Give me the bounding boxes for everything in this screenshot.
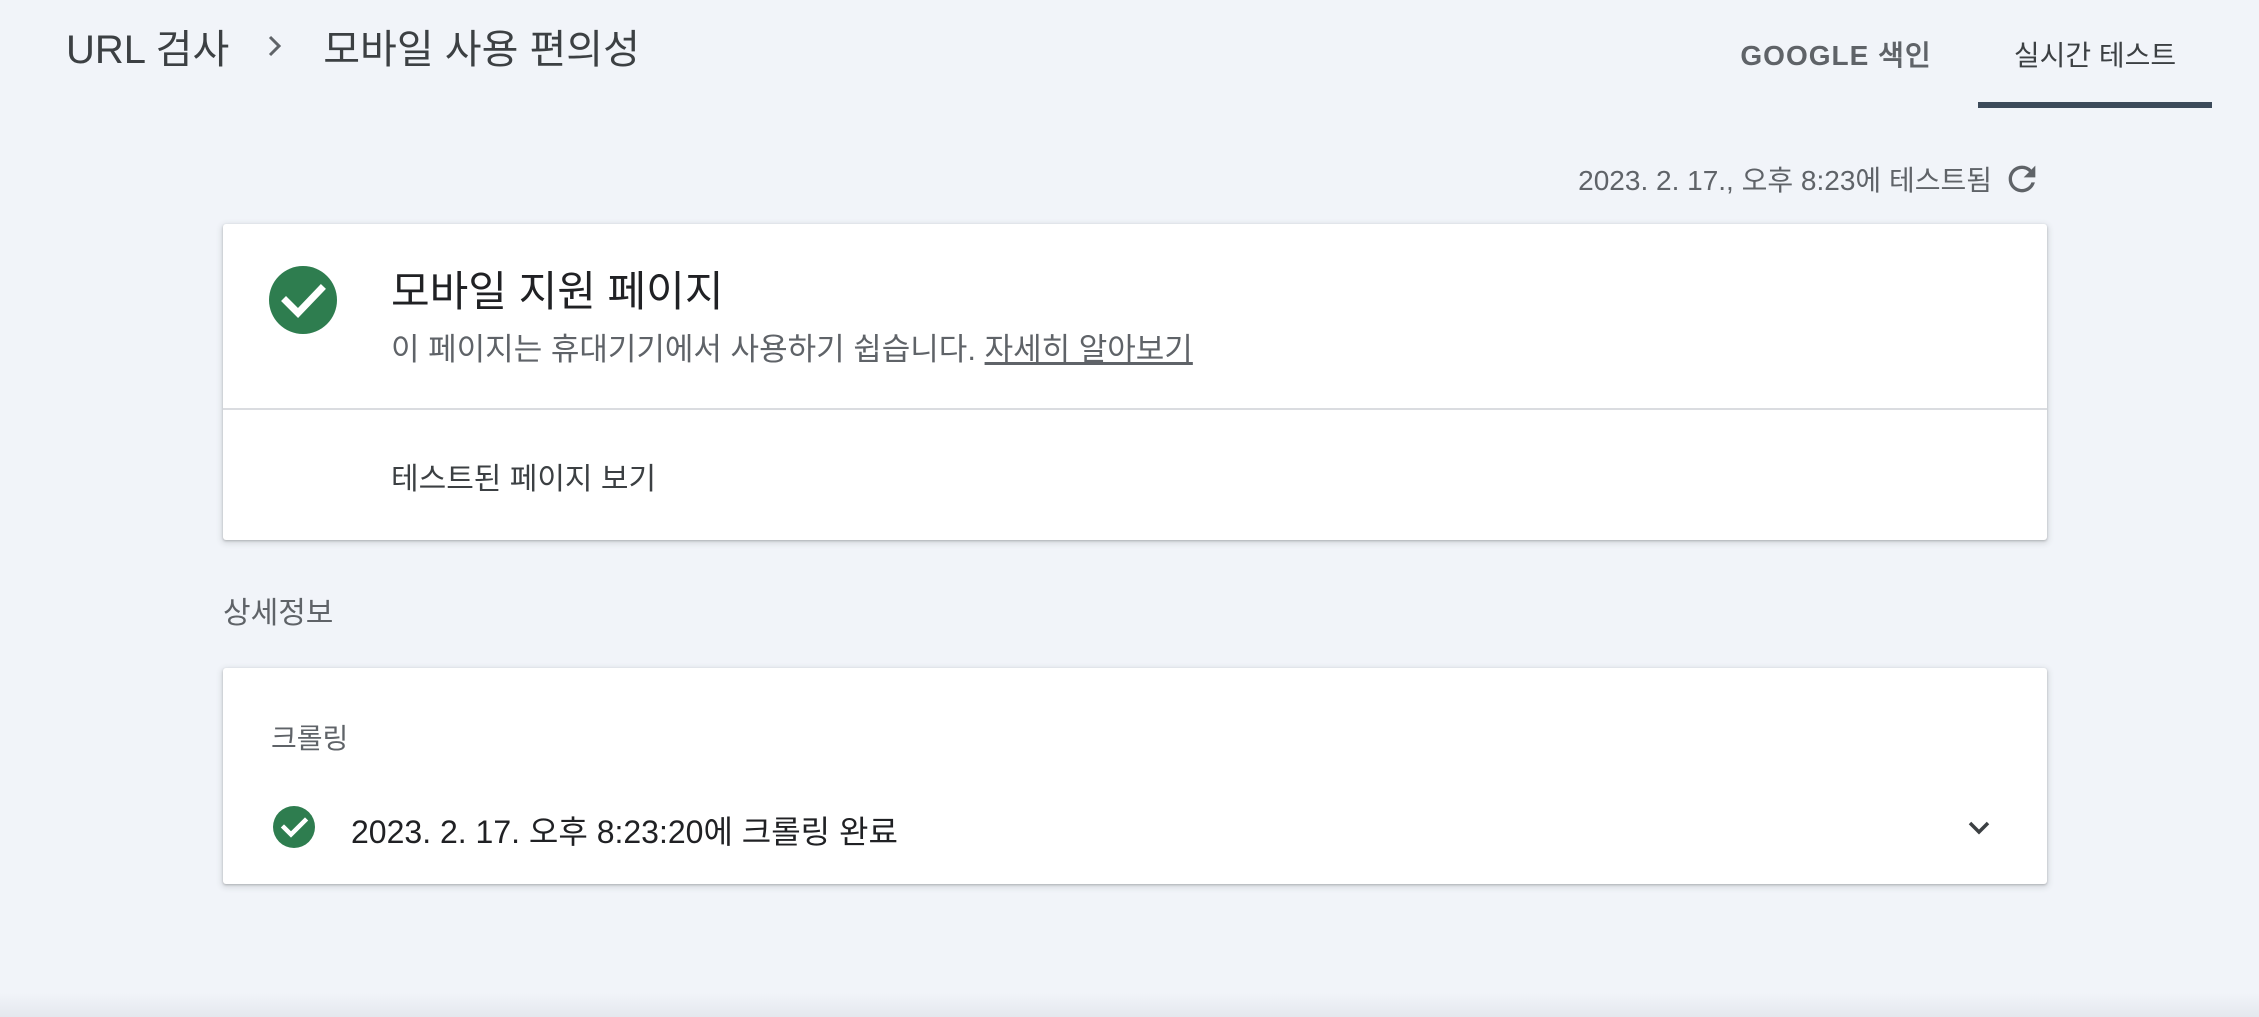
chevron-down-icon[interactable] bbox=[1963, 812, 1995, 844]
result-summary: 모바일 지원 페이지 이 페이지는 휴대기기에서 사용하기 쉽습니다. 자세히 … bbox=[223, 224, 2047, 410]
crawl-card: 크롤링 2023. 2. 17. 오후 8:23:20에 크롤링 완료 bbox=[223, 668, 2047, 884]
active-tab-indicator bbox=[1978, 102, 2212, 108]
refresh-icon[interactable] bbox=[1998, 155, 2046, 203]
result-title: 모바일 지원 페이지 bbox=[391, 268, 724, 315]
bottom-divider bbox=[0, 993, 2259, 1017]
learn-more-link[interactable]: 자세히 알아보기 bbox=[985, 332, 1193, 367]
tab-google-index[interactable]: GOOGLE 색인 bbox=[1702, 0, 1970, 108]
crawl-status-row[interactable]: 2023. 2. 17. 오후 8:23:20에 크롤링 완료 bbox=[223, 786, 2047, 870]
view-tested-page-button[interactable]: 테스트된 페이지 보기 bbox=[391, 454, 656, 498]
tested-timestamp: 2023. 2. 17., 오후 8:23에 테스트됨 bbox=[1578, 165, 1992, 196]
breadcrumb-root[interactable]: URL 검사 bbox=[66, 17, 229, 75]
breadcrumb: URL 검사 모바일 사용 편의성 bbox=[66, 18, 640, 74]
check-circle-icon bbox=[269, 266, 337, 334]
tab-google-index-label: GOOGLE 색인 bbox=[1740, 40, 1932, 71]
tab-live-test-label: 실시간 테스트 bbox=[2013, 40, 2177, 71]
breadcrumb-current: 모바일 사용 편의성 bbox=[323, 28, 640, 72]
crawl-section-label: 크롤링 bbox=[271, 723, 349, 754]
tested-timestamp-row: 2023. 2. 17., 오후 8:23에 테스트됨 bbox=[1578, 155, 2046, 203]
check-circle-icon bbox=[273, 806, 315, 848]
page-header: URL 검사 모바일 사용 편의성 GOOGLE 색인 실시간 테스트 bbox=[0, 0, 2259, 108]
crawl-status-text: 2023. 2. 17. 오후 8:23:20에 크롤링 완료 bbox=[351, 814, 898, 850]
tab-live-test[interactable]: 실시간 테스트 bbox=[1978, 0, 2212, 108]
result-description-line: 이 페이지는 휴대기기에서 사용하기 쉽습니다. 자세히 알아보기 bbox=[391, 324, 1193, 369]
chevron-right-icon bbox=[253, 31, 297, 61]
result-description: 이 페이지는 휴대기기에서 사용하기 쉽습니다. bbox=[391, 332, 976, 367]
result-card: 모바일 지원 페이지 이 페이지는 휴대기기에서 사용하기 쉽습니다. 자세히 … bbox=[223, 224, 2047, 540]
details-heading: 상세정보 bbox=[223, 597, 334, 630]
tab-bar: GOOGLE 색인 실시간 테스트 bbox=[1702, 0, 2259, 108]
